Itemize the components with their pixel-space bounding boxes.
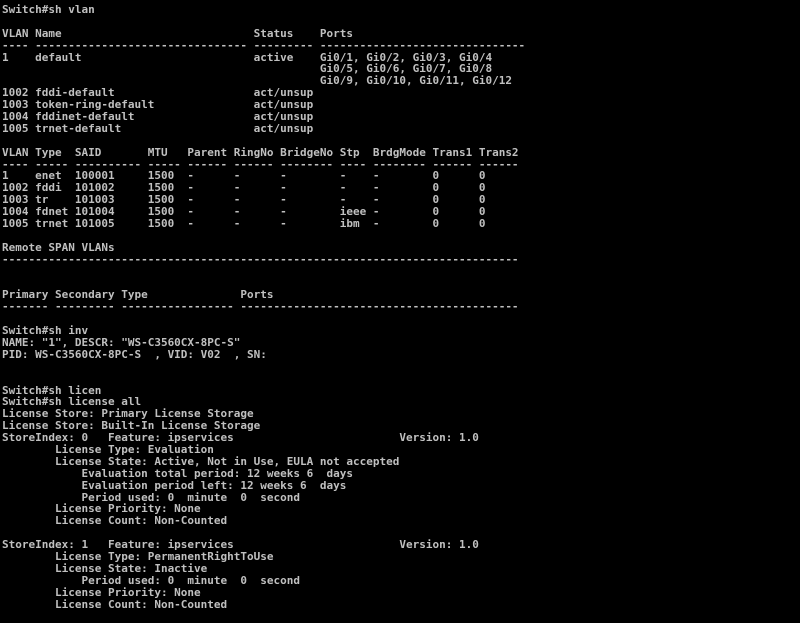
terminal-line: License Count: Non-Counted [2,597,228,611]
terminal-line: ---- -------------------------------- --… [2,38,526,52]
terminal-line: Period used: 0 minute 0 second [2,573,301,587]
terminal-line: Evaluation period left: 12 weeks 6 days [2,478,347,492]
terminal-line: 1005 trnet 101005 1500 - - - ibm - 0 0 [2,217,486,231]
terminal-line: 1005 trnet-default act/unsup [2,121,314,135]
terminal-line: PID: WS-C3560CX-8PC-S , VID: V02 , SN: [2,347,267,361]
terminal-output: Switch#sh vlan VLAN Name Status Ports ---… [0,0,800,610]
terminal-line: ------- --------- ----------------- ----… [2,300,519,314]
terminal-line: License Priority: None [2,585,201,599]
terminal-line: ----------------------------------------… [2,252,519,266]
terminal-line: VLAN Type SAID MTU Parent RingNo BridgeN… [2,145,519,159]
terminal-line: Remote SPAN VLANs [2,240,115,254]
terminal-line: License Count: Non-Counted [2,514,228,528]
terminal-line: License State: Active, Not in Use, EULA … [2,454,400,468]
terminal-line: VLAN Name Status Ports [2,26,353,40]
terminal-line: License State: Inactive [2,561,208,575]
terminal-window[interactable]: Switch#sh vlan VLAN Name Status Ports ---… [0,0,800,623]
terminal-line: Evaluation total period: 12 weeks 6 days [2,466,353,480]
terminal-line: Switch#sh vlan [2,3,95,16]
